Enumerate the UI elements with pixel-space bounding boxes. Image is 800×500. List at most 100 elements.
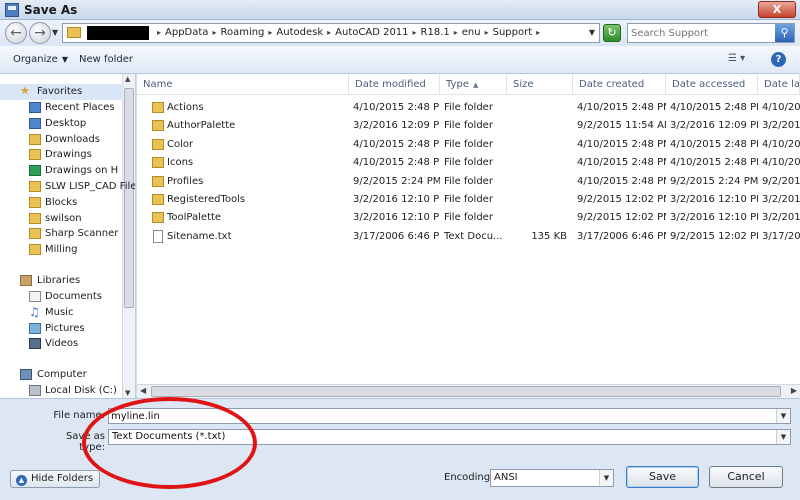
scroll-down-icon[interactable]: ▼ <box>125 389 130 397</box>
breadcrumb-separator-icon[interactable]: ▸ <box>454 28 458 37</box>
nav-item[interactable]: Documents <box>0 289 123 305</box>
chevron-down-icon[interactable]: ▼ <box>776 409 790 423</box>
file-row[interactable]: AuthorPalette 3/2/2016 12:09 PM File folde… <box>137 117 800 135</box>
nav-item[interactable]: Drawings on H <box>0 163 123 179</box>
column-header[interactable]: Date las <box>758 74 800 95</box>
nav-item[interactable]: Local Disk (C:) <box>0 383 123 398</box>
nav-item[interactable]: Drawings <box>0 147 123 163</box>
column-header-label: Size <box>513 79 534 90</box>
breadcrumb-item[interactable]: R18.1 <box>421 27 450 38</box>
column-header[interactable]: Size <box>507 74 573 95</box>
cell-modified: 4/10/2015 2:48 PM <box>353 102 440 113</box>
help-icon[interactable]: ? <box>771 52 786 67</box>
scroll-up-icon[interactable]: ▲ <box>125 75 130 83</box>
recent-locations-dropdown[interactable]: ▼ <box>52 28 58 37</box>
column-header[interactable]: Date accessed <box>666 74 758 95</box>
column-header[interactable]: Date created <box>573 74 666 95</box>
cell-accessed: 9/2/2015 2:24 PM <box>670 175 758 187</box>
nav-item[interactable]: swilson <box>0 211 123 227</box>
scroll-right-icon[interactable]: ▶ <box>791 386 797 395</box>
nav-item[interactable]: Sharp Scanner <box>0 226 123 242</box>
view-options-icon[interactable]: ☰ ▾ <box>728 53 756 67</box>
file-row[interactable]: ToolPalette 3/2/2016 12:10 PM File folder 9… <box>137 209 800 227</box>
chevron-down-icon[interactable]: ▼ <box>776 430 790 444</box>
cell-accessed: 4/10/2015 2:48 PM <box>670 102 758 113</box>
breadcrumb-item[interactable]: AutoCAD 2011 <box>335 27 408 38</box>
address-bar[interactable]: ▸ AppData ▸ Roaming ▸ Autodesk ▸ AutoCAD 2011 ▸ R… <box>62 23 600 43</box>
cell-created: 9/2/2015 12:02 PM <box>577 194 666 205</box>
scroll-left-icon[interactable]: ◀ <box>140 386 146 395</box>
nav-item[interactable]: SLW LISP_CAD File <box>0 179 135 195</box>
forward-button[interactable]: → <box>29 22 51 44</box>
breadcrumb-separator-icon[interactable]: ▸ <box>536 28 540 37</box>
file-name-combobox[interactable]: ▼ <box>108 408 791 424</box>
breadcrumb-separator-icon[interactable]: ▸ <box>268 28 272 37</box>
save-as-type-select[interactable]: Text Documents (*.txt) ▼ <box>108 429 791 445</box>
scroll-thumb[interactable] <box>124 88 134 308</box>
cell-type: File folder <box>444 102 493 113</box>
file-row[interactable]: Color 4/10/2015 2:48 PM File folder 4/10/20… <box>137 136 800 154</box>
column-header[interactable]: Date modified <box>349 74 440 95</box>
organize-label: Organize <box>13 54 58 65</box>
column-header[interactable]: Name <box>137 74 349 95</box>
save-as-type-value: Text Documents (*.txt) <box>112 431 226 442</box>
horizontal-scrollbar[interactable]: ◀ ▶ <box>137 384 800 398</box>
nav-item[interactable]: Videos <box>0 336 123 352</box>
nav-section-header[interactable]: Libraries <box>0 273 123 289</box>
cell-modified: 4/10/2015 2:48 PM <box>353 138 440 150</box>
nav-item[interactable]: Milling <box>0 242 123 258</box>
hide-folders-button[interactable]: ▲ Hide Folders <box>10 470 101 488</box>
folder-icon <box>29 149 41 161</box>
file-row[interactable]: Sitename.txt 3/17/2006 6:46 PM Text Docu..… <box>137 228 800 246</box>
file-row[interactable]: Actions 4/10/2015 2:48 PM File folder 4/10/… <box>137 99 800 117</box>
network-drive-icon <box>29 165 41 177</box>
breadcrumb-separator-icon[interactable]: ▸ <box>212 28 216 37</box>
nav-section-header[interactable]: ★ Favorites <box>0 84 123 100</box>
search-input[interactable] <box>631 26 771 40</box>
nav-item[interactable]: Recent Places <box>0 100 123 116</box>
nav-item[interactable]: ♫ Music <box>0 305 123 321</box>
cell-name: Sitename.txt <box>167 230 232 242</box>
breadcrumb-separator-icon[interactable]: ▸ <box>485 28 489 37</box>
search-icon[interactable]: ⚲ <box>775 24 794 42</box>
nav-item-label: Recent Places <box>45 102 115 113</box>
nav-item[interactable]: Downloads <box>0 132 123 148</box>
breadcrumb-separator-icon[interactable]: ▸ <box>413 28 417 37</box>
chevron-down-icon[interactable]: ▼ <box>589 28 595 37</box>
nav-item[interactable]: Pictures <box>0 321 123 337</box>
save-button[interactable]: Save <box>626 466 699 488</box>
nav-scrollbar[interactable]: ▲ ▼ <box>122 74 135 398</box>
breadcrumb-separator-icon[interactable]: ▸ <box>157 28 161 37</box>
file-row[interactable]: Icons 4/10/2015 2:48 PM File folder 4/10/20… <box>137 154 800 172</box>
nav-section-header[interactable]: Computer <box>0 367 123 383</box>
chevron-down-icon[interactable]: ▼ <box>599 470 613 486</box>
cell-type: File folder <box>444 138 493 150</box>
file-row[interactable]: Profiles 9/2/2015 2:24 PM File folder 4/10/… <box>137 173 800 191</box>
title-bar: Save As X <box>0 0 800 20</box>
back-button[interactable]: ← <box>5 22 27 44</box>
nav-item[interactable]: Blocks <box>0 195 123 211</box>
breadcrumb-item[interactable]: Support <box>493 27 533 38</box>
column-header[interactable]: Type ▲ <box>440 74 507 95</box>
close-button[interactable]: X <box>758 1 796 18</box>
file-row[interactable]: RegisteredTools 3/2/2016 12:10 PM File fol… <box>137 191 800 209</box>
nav-item[interactable]: Desktop <box>0 116 123 132</box>
refresh-button[interactable]: ↻ <box>603 24 621 42</box>
search-box[interactable]: ⚲ <box>627 23 795 43</box>
breadcrumb-item[interactable]: enu <box>462 27 481 38</box>
new-folder-button[interactable]: New folder <box>79 54 133 65</box>
cell-last: 4/10/201 <box>762 138 800 150</box>
cancel-button[interactable]: Cancel <box>709 466 783 488</box>
organize-menu[interactable]: Organize ▼ <box>13 54 68 65</box>
text-file-icon <box>153 229 163 243</box>
breadcrumb-item[interactable]: Autodesk <box>276 27 323 38</box>
folder-icon <box>29 181 41 192</box>
breadcrumb-item[interactable]: AppData <box>165 27 208 38</box>
cell-type: File folder <box>444 212 493 224</box>
recent-places-icon <box>29 102 41 113</box>
encoding-select[interactable]: ANSI ▼ <box>490 469 614 487</box>
breadcrumb-separator-icon[interactable]: ▸ <box>327 28 331 37</box>
file-name-input[interactable] <box>111 410 724 422</box>
scroll-thumb[interactable] <box>151 386 781 397</box>
breadcrumb-item[interactable]: Roaming <box>220 27 264 38</box>
